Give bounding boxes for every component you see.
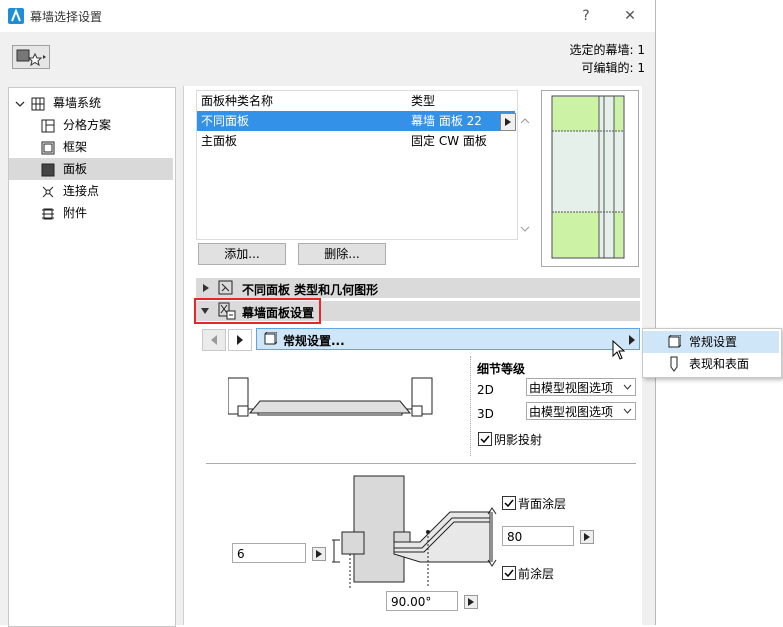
column-header-type[interactable]: 类型 [411, 91, 435, 111]
title-bar: 幕墙选择设置 ? ✕ [0, 0, 655, 32]
tree-item-label: 幕墙系统 [53, 96, 102, 110]
previous-page-button[interactable] [202, 329, 226, 351]
triangle-right-icon [316, 550, 322, 558]
angle-input[interactable]: 90.00° [386, 591, 458, 611]
scroll-down-icon[interactable] [519, 224, 531, 234]
junction-icon [41, 184, 55, 198]
panel-icon [41, 162, 55, 177]
thickness-arrow-button[interactable] [580, 530, 594, 544]
checkmark-icon [504, 569, 514, 578]
tree-item-label: 框架 [63, 140, 88, 154]
panel-preview-image [551, 95, 625, 259]
tree-item-panel[interactable]: 面板 [9, 158, 173, 180]
tree-item-junction[interactable]: 连接点 [9, 180, 173, 202]
general-settings-icon [668, 335, 681, 348]
triangle-right-icon [203, 284, 209, 292]
accessory-icon [41, 206, 55, 220]
page-selector-value: 常规设置... [283, 334, 345, 348]
settings-tree: 幕墙系统 分格方案 框架 面板 连接点 附件 [8, 87, 176, 627]
close-button[interactable]: ✕ [620, 6, 640, 26]
list-item-type: 固定 CW 面板 [411, 134, 487, 148]
left-offset-input[interactable]: 6 [232, 543, 306, 563]
triangle-right-icon [237, 335, 243, 345]
chevron-down-icon [623, 384, 632, 390]
separator [206, 463, 636, 464]
tree-item-label: 附件 [63, 206, 88, 220]
front-coating-checkbox[interactable] [502, 566, 516, 580]
panel-geometry-icon [218, 280, 233, 295]
triangle-left-icon [211, 335, 217, 345]
tree-item-frame[interactable]: 框架 [9, 136, 173, 158]
panel-plan-symbol [228, 377, 433, 417]
curtain-wall-preview [541, 90, 639, 267]
page-selector[interactable]: 常规设置... [256, 328, 640, 350]
front-coating-label: 前涂层 [518, 567, 555, 581]
tree-item-label: 连接点 [63, 184, 100, 198]
pen-icon [670, 356, 678, 372]
checkmark-icon [504, 499, 514, 508]
back-coating-checkbox[interactable] [502, 496, 516, 510]
page-popup-menu: 常规设置 表现和表面 [642, 328, 782, 378]
curtain-wall-icon [31, 96, 45, 111]
type-geometry-section[interactable]: 不同面板 类型和几何图形 [196, 278, 640, 298]
shadow-checkbox[interactable] [478, 432, 492, 446]
thickness-input[interactable]: 80 [502, 526, 574, 546]
list-item[interactable]: 主面板 固定 CW 面板 [197, 131, 515, 151]
detail-level-heading: 细节等级 [477, 362, 526, 376]
popup-item-label: 常规设置 [689, 335, 738, 349]
detail-2d-label: 2D [477, 383, 494, 397]
general-settings-icon [264, 332, 277, 345]
tree-item-accessory[interactable]: 附件 [9, 202, 173, 224]
favorites-icon [16, 49, 46, 67]
panel-class-list: 面板种类名称 类型 不同面板 幕墙 面板 22 主面板 固定 CW 面板 [196, 90, 518, 240]
list-header: 面板种类名称 类型 [197, 91, 515, 111]
help-button[interactable]: ? [576, 6, 596, 26]
detail-3d-select[interactable]: 由模型视图选项 [526, 402, 636, 420]
frame-icon [41, 140, 55, 155]
tree-item-label: 面板 [63, 162, 88, 176]
list-item-type: 幕墙 面板 22 [411, 114, 482, 128]
tree-item-curtain-wall[interactable]: 幕墙系统 [9, 92, 173, 114]
delete-button[interactable]: 删除... [298, 243, 386, 265]
mouse-cursor-icon [612, 340, 626, 360]
list-item[interactable]: 不同面板 幕墙 面板 22 [197, 111, 516, 131]
archicad-app-icon [8, 8, 24, 24]
shadow-label: 阴影投射 [494, 433, 543, 447]
popup-item-surfaces[interactable]: 表现和表面 [643, 353, 779, 375]
chevron-down-icon [623, 408, 632, 414]
add-button[interactable]: 添加... [198, 243, 286, 265]
column-header-name[interactable]: 面板种类名称 [201, 91, 273, 111]
triangle-right-icon [629, 335, 635, 345]
selected-count: 选定的幕墙: 1 [569, 43, 646, 57]
editable-count: 可编辑的: 1 [581, 61, 646, 75]
detail-3d-value: 由模型视图选项 [529, 405, 614, 419]
back-coating-label: 背面涂层 [518, 497, 567, 511]
checkmark-icon [480, 435, 490, 444]
tree-item-scheme[interactable]: 分格方案 [9, 114, 173, 136]
angle-arrow-button[interactable] [464, 595, 478, 609]
highlight-box [194, 298, 321, 324]
list-item-name: 不同面板 [201, 114, 250, 128]
window-title: 幕墙选择设置 [30, 10, 103, 24]
divider [470, 356, 472, 456]
triangle-right-icon [584, 533, 590, 541]
grid-scheme-icon [41, 118, 55, 133]
triangle-right-icon [468, 598, 474, 606]
section-title: 不同面板 类型和几何图形 [242, 283, 379, 297]
panel-section-diagram [332, 475, 497, 588]
tree-item-label: 分格方案 [63, 118, 112, 132]
detail-3d-label: 3D [477, 407, 494, 421]
popup-item-label: 表现和表面 [689, 357, 750, 371]
type-picker-button[interactable] [500, 113, 516, 131]
scroll-up-icon[interactable] [519, 116, 531, 126]
triangle-right-icon [505, 118, 511, 126]
detail-2d-select[interactable]: 由模型视图选项 [526, 378, 636, 396]
next-page-button[interactable] [228, 329, 252, 351]
list-item-name: 主面板 [201, 134, 238, 148]
popup-item-general[interactable]: 常规设置 [643, 331, 779, 353]
favorites-button[interactable] [12, 45, 50, 69]
chevron-down-icon[interactable] [15, 96, 25, 110]
detail-2d-value: 由模型视图选项 [529, 381, 614, 395]
left-offset-arrow-button[interactable] [312, 547, 326, 561]
